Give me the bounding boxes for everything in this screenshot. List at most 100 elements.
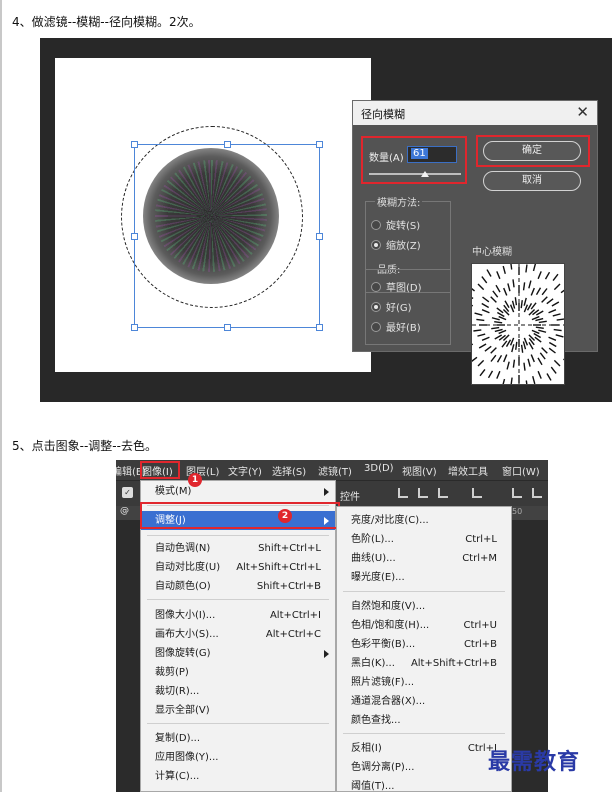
- transform-handle[interactable]: [224, 141, 231, 148]
- menu-item-image-rotation[interactable]: 图像旋转(G): [141, 644, 335, 663]
- menu-item-color-lookup[interactable]: 颜色查找...: [337, 711, 511, 730]
- transform-handle[interactable]: [131, 233, 138, 240]
- checkbox-icon[interactable]: ✓: [122, 487, 133, 498]
- menu-item-exposure[interactable]: 曝光度(E)...: [337, 568, 511, 587]
- menu-item-canvas-size[interactable]: 画布大小(S)... Alt+Ctrl+C: [141, 625, 335, 644]
- radio-spin[interactable]: 旋转(S): [371, 217, 420, 232]
- menu-item-trim[interactable]: 裁切(R)...: [141, 682, 335, 701]
- align-icon[interactable]: [398, 488, 408, 498]
- tab-text[interactable]: @: [120, 506, 129, 516]
- menu-plugins[interactable]: 增效工具: [448, 463, 488, 478]
- menu-item-vibrance[interactable]: 自然饱和度(V)...: [337, 597, 511, 616]
- preview-streak: [537, 357, 543, 366]
- menu-view[interactable]: 视图(V): [402, 463, 437, 478]
- menu-item-photo-filter[interactable]: 照片滤镜(F)...: [337, 673, 511, 692]
- submenu-arrow-icon: [324, 650, 329, 658]
- adjustments-submenu: 亮度/对比度(C)... 色阶(L)... Ctrl+L 曲线(U)... Ctrl…: [336, 506, 512, 792]
- step-badge-2: 2: [278, 509, 292, 523]
- amount-slider-track[interactable]: [369, 173, 461, 175]
- menu-item-hue-saturation[interactable]: 色相/饱和度(H)... Ctrl+U: [337, 616, 511, 635]
- menu-item-posterize[interactable]: 色调分离(P)...: [337, 758, 511, 777]
- preview-streak: [522, 341, 527, 350]
- menu-item-reveal-all[interactable]: 显示全部(V): [141, 701, 335, 720]
- menu-item-channel-mixer[interactable]: 通道混合器(X)...: [337, 692, 511, 711]
- menu-item-mode[interactable]: 模式(M): [141, 482, 335, 501]
- amount-input[interactable]: 61: [407, 146, 457, 163]
- menu-item-threshold[interactable]: 阈值(T)...: [337, 777, 511, 792]
- transform-handle[interactable]: [131, 324, 138, 331]
- align-icon[interactable]: [512, 488, 522, 498]
- menu-item-calculations[interactable]: 计算(C)...: [141, 767, 335, 786]
- menu-item-black-white[interactable]: 黑白(K)... Alt+Shift+Ctrl+B: [337, 654, 511, 673]
- menu-item-levels[interactable]: 色阶(L)... Ctrl+L: [337, 530, 511, 549]
- transform-handle[interactable]: [316, 141, 323, 148]
- align-icon[interactable]: [532, 488, 542, 498]
- cancel-button[interactable]: 取消: [483, 171, 581, 191]
- preview-streak: [533, 332, 542, 339]
- preview-streak: [472, 304, 474, 307]
- menu-item-auto-contrast[interactable]: 自动对比度(U) Alt+Shift+Ctrl+L: [141, 558, 335, 577]
- blur-center-preview[interactable]: [471, 263, 565, 385]
- radio-draft[interactable]: 草图(D): [371, 279, 422, 294]
- menu-item-curves[interactable]: 曲线(U)... Ctrl+M: [337, 549, 511, 568]
- radio-good-circle[interactable]: [371, 302, 381, 312]
- preview-streak: [525, 380, 528, 384]
- preview-streak: [552, 313, 561, 317]
- preview-streak: [472, 343, 474, 346]
- preview-streak: [510, 264, 513, 270]
- preview-streak: [472, 356, 478, 362]
- radio-best[interactable]: 最好(B): [371, 319, 421, 334]
- preview-streak: [510, 377, 513, 384]
- radial-blur-screenshot: 径向模糊 ✕ 数量(A) 61 确定 取消 模糊方法: 旋转(S) 缩放(Z) …: [40, 38, 612, 402]
- menu-select[interactable]: 选择(S): [272, 463, 306, 478]
- preview-streak: [478, 343, 487, 349]
- document-canvas: [55, 58, 371, 372]
- menu-3d[interactable]: 3D(D): [364, 463, 394, 474]
- preview-streak: [555, 334, 564, 338]
- step4-instruction: 4、做滤镜--模糊--径向模糊。2次。: [12, 15, 201, 29]
- radio-zoom-circle[interactable]: [371, 240, 381, 250]
- ok-button[interactable]: 确定: [483, 141, 581, 161]
- tutorial-page: 4、做滤镜--模糊--径向模糊。2次。 径向模糊 ✕ 数量(A) 61 确定 取…: [0, 0, 612, 792]
- menu-window[interactable]: 窗口(W): [502, 463, 540, 478]
- preview-streak: [484, 345, 492, 352]
- radio-best-circle[interactable]: [371, 322, 381, 332]
- amount-slider-thumb[interactable]: [421, 171, 430, 177]
- radio-draft-circle[interactable]: [371, 282, 381, 292]
- menu-filter[interactable]: 滤镜(T): [318, 463, 352, 478]
- distribute-icon[interactable]: [472, 488, 482, 498]
- transform-handle[interactable]: [316, 324, 323, 331]
- align-icon[interactable]: [418, 488, 428, 498]
- radio-spin-circle[interactable]: [371, 220, 381, 230]
- radio-good[interactable]: 好(G): [371, 299, 412, 314]
- menu-item-duplicate[interactable]: 复制(D)...: [141, 729, 335, 748]
- ruler-label: 50: [512, 507, 523, 516]
- preview-streak: [512, 359, 516, 368]
- preview-streak: [502, 378, 506, 384]
- preview-streak: [472, 297, 474, 300]
- radio-spin-label: 旋转(S): [386, 221, 421, 232]
- menu-item-auto-color[interactable]: 自动颜色(O) Shift+Ctrl+B: [141, 577, 335, 596]
- radio-zoom[interactable]: 缩放(Z): [371, 237, 421, 252]
- transform-handle[interactable]: [131, 141, 138, 148]
- menu-item-crop[interactable]: 裁剪(P): [141, 663, 335, 682]
- preview-streak: [523, 297, 527, 306]
- menu-item-brightness-contrast[interactable]: 亮度/对比度(C)...: [337, 511, 511, 530]
- preview-streak: [494, 328, 503, 333]
- menu-item-color-balance[interactable]: 色彩平衡(B)... Ctrl+B: [337, 635, 511, 654]
- preview-streak: [491, 326, 500, 330]
- preview-streak: [548, 309, 557, 314]
- transform-handle[interactable]: [224, 324, 231, 331]
- menu-item-auto-tone[interactable]: 自动色调(N) Shift+Ctrl+L: [141, 539, 335, 558]
- close-icon[interactable]: ✕: [576, 103, 589, 121]
- align-icon[interactable]: [438, 488, 448, 498]
- menu-separator: [343, 591, 505, 592]
- menu-type[interactable]: 文字(Y): [228, 463, 262, 478]
- menu-item-image-size[interactable]: 图像大小(I)... Alt+Ctrl+I: [141, 606, 335, 625]
- transform-handle[interactable]: [316, 233, 323, 240]
- preview-streak: [476, 318, 485, 322]
- preview-streak: [546, 298, 554, 305]
- menu-item-invert[interactable]: 反相(I) Ctrl+I: [337, 739, 511, 758]
- menu-item-apply-image[interactable]: 应用图像(Y)...: [141, 748, 335, 767]
- controls-label: 控件: [340, 492, 360, 503]
